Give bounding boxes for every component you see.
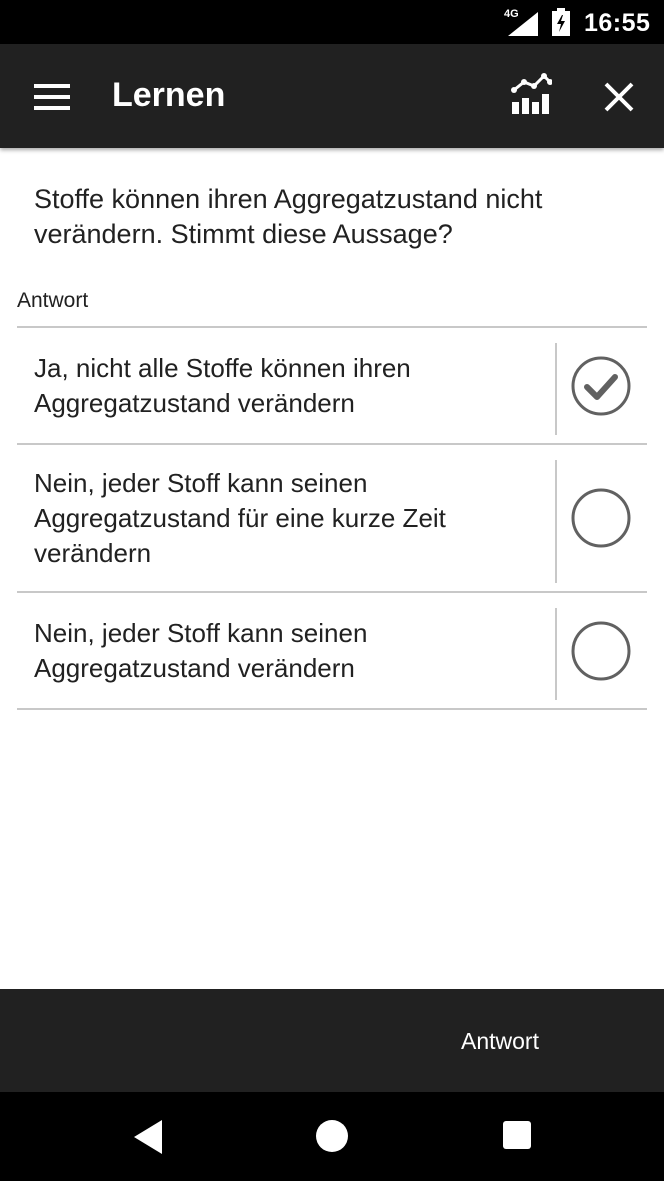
answer-checkbox[interactable] <box>555 328 647 443</box>
answer-options: Ja, nicht alle Stoffe können ihren Aggre… <box>17 326 647 710</box>
menu-icon[interactable] <box>34 84 70 110</box>
option-line: Aggregatzustand für eine kurze Zeit <box>34 502 446 533</box>
option-line: Nein, jeder Stoff kann seinen <box>34 617 368 648</box>
checked-circle-icon <box>571 356 631 415</box>
answer-option-text: Ja, nicht alle Stoffe können ihren Aggre… <box>17 328 555 443</box>
app-bar: Lernen <box>0 44 664 148</box>
close-icon[interactable] <box>602 80 636 114</box>
battery-icon <box>552 8 570 36</box>
answer-option-text: Nein, jeder Stoff kann seinen Aggregatzu… <box>17 593 555 708</box>
bottom-action-bar: Antwort <box>0 989 664 1092</box>
answer-checkbox[interactable] <box>555 593 647 708</box>
option-line: Aggregatzustand verändern <box>34 652 355 683</box>
status-bar: 4G 16:55 <box>0 0 664 44</box>
back-icon[interactable] <box>134 1120 164 1154</box>
signal-icon <box>508 12 538 36</box>
recent-apps-icon[interactable] <box>503 1121 531 1149</box>
answer-checkbox[interactable] <box>555 445 647 591</box>
submit-answer-button[interactable]: Antwort <box>440 1013 560 1069</box>
answer-option-text: Nein, jeder Stoff kann seinen Aggregatzu… <box>17 445 555 591</box>
statistics-icon[interactable] <box>510 72 552 118</box>
system-navigation-bar <box>0 1092 664 1181</box>
empty-circle-icon <box>571 488 631 548</box>
answer-option-2[interactable]: Nein, jeder Stoff kann seinen Aggregatzu… <box>17 445 647 593</box>
status-time: 16:55 <box>584 9 651 37</box>
option-line: Ja, nicht alle Stoffe können ihren <box>34 352 411 383</box>
empty-circle-icon <box>571 621 631 680</box>
home-icon[interactable] <box>316 1120 348 1152</box>
option-line: Nein, jeder Stoff kann seinen <box>34 467 368 498</box>
answer-option-1[interactable]: Ja, nicht alle Stoffe können ihren Aggre… <box>17 328 647 445</box>
answer-option-3[interactable]: Nein, jeder Stoff kann seinen Aggregatzu… <box>17 593 647 710</box>
question-text: Stoffe können ihren Aggregatzustand nich… <box>34 184 543 249</box>
option-line: Aggregatzustand verändern <box>34 387 355 418</box>
answer-section-label: Antwort <box>17 289 89 312</box>
option-line: verändern <box>34 537 152 568</box>
page-title: Lernen <box>112 76 226 114</box>
